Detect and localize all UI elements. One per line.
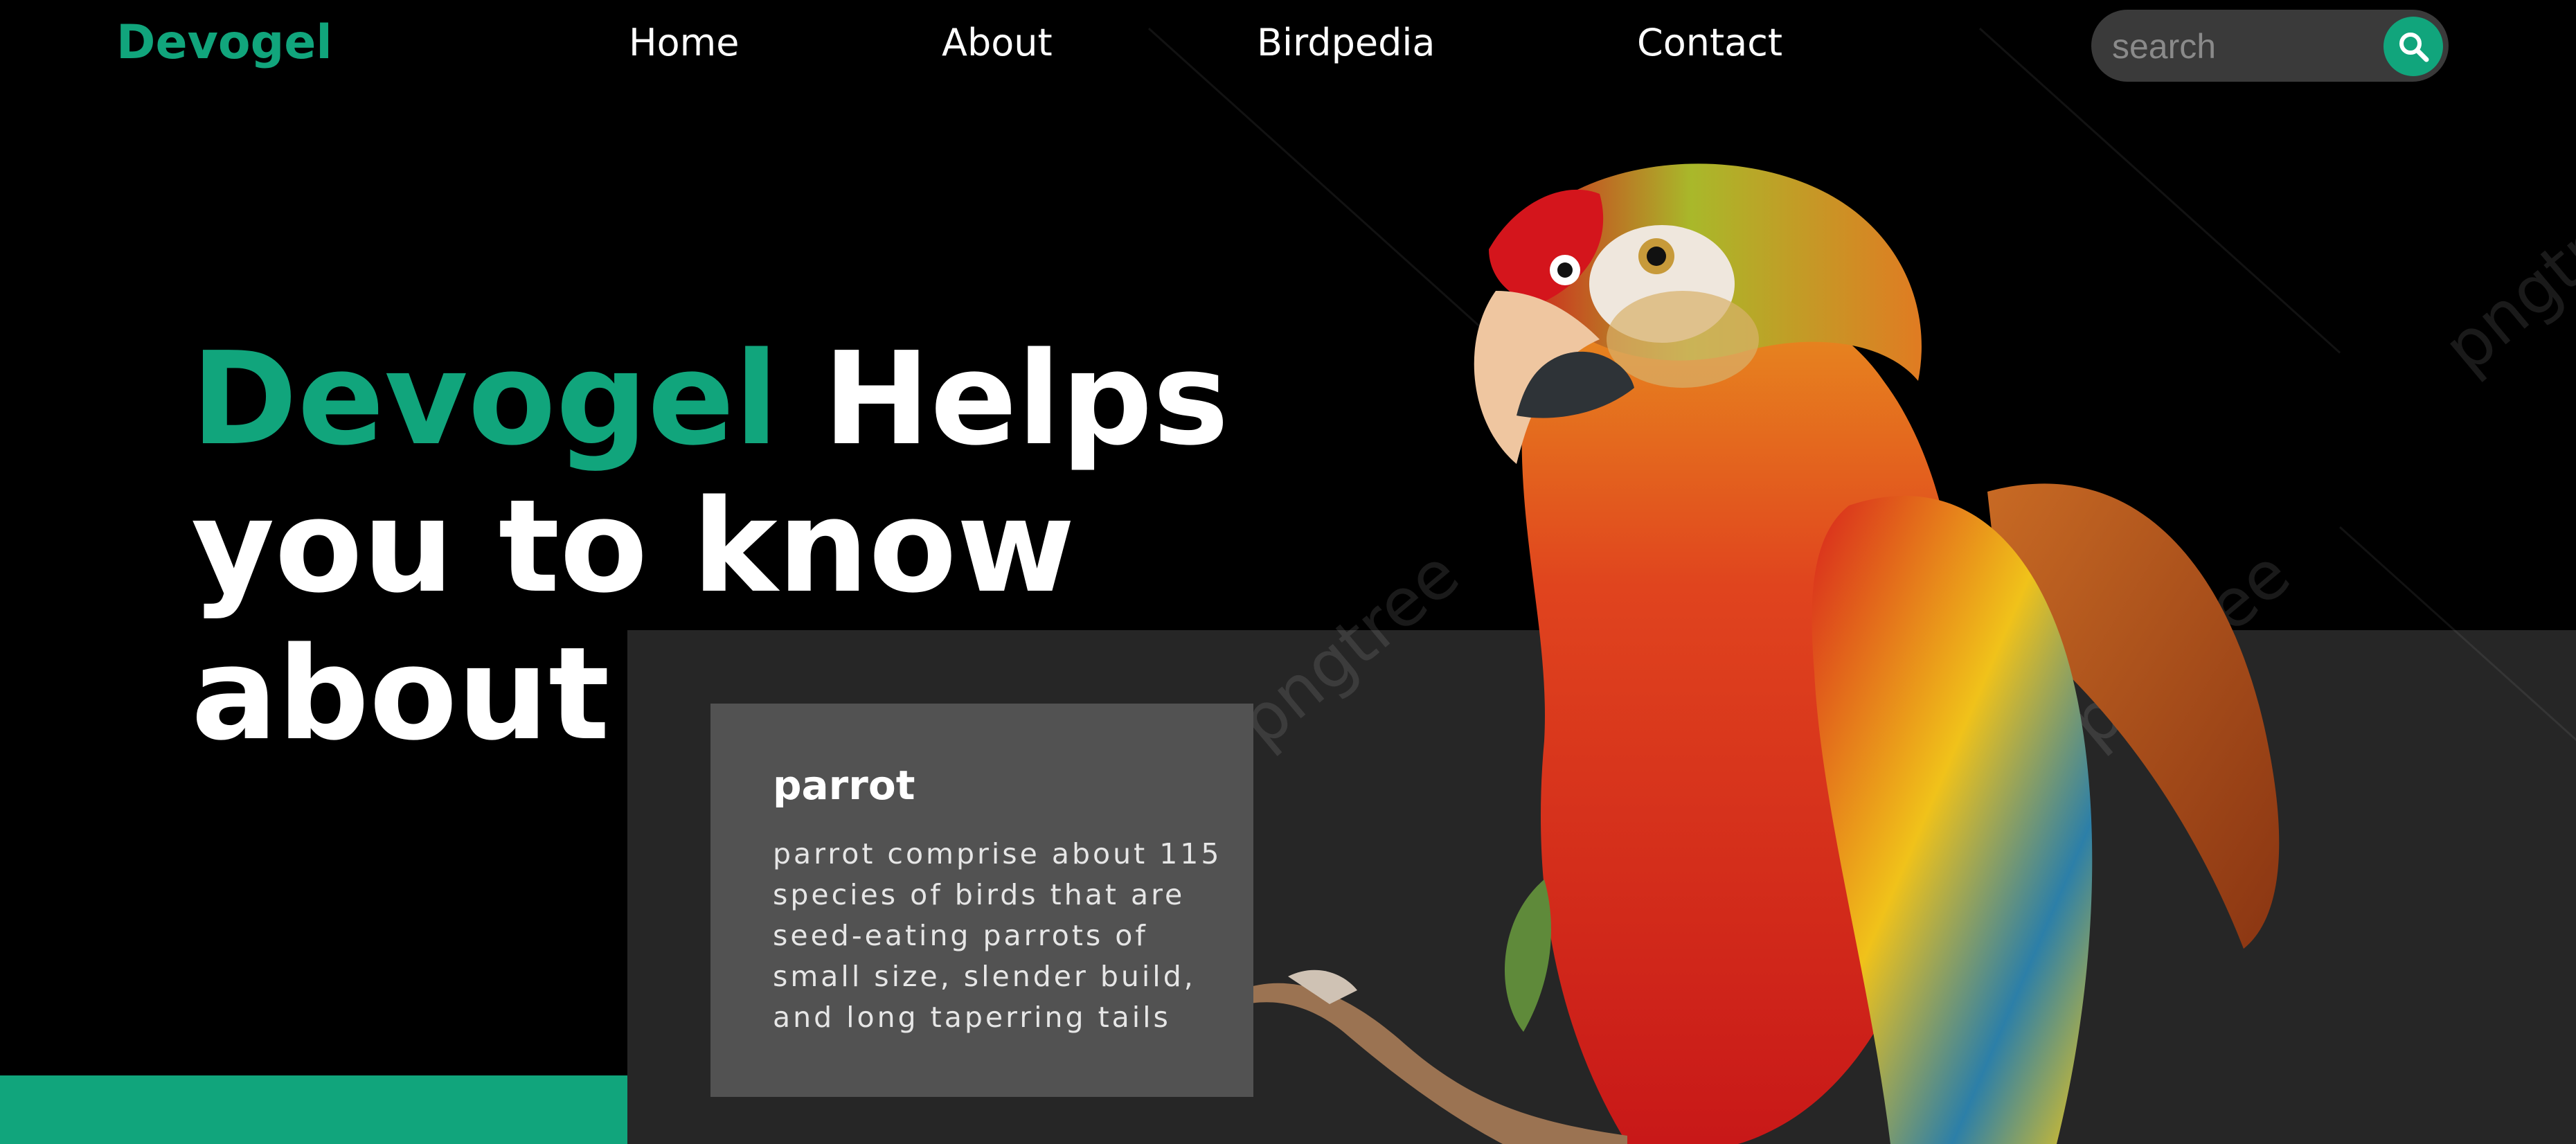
card-title: parrot (773, 762, 915, 809)
search-icon (2399, 33, 2429, 62)
search-button[interactable] (2383, 17, 2443, 76)
search-bar (2091, 10, 2449, 82)
nav-birdpedia[interactable]: Birdpedia (1257, 21, 1435, 64)
nav-home[interactable]: Home (629, 21, 739, 64)
nav-about[interactable]: About (942, 21, 1053, 64)
hero-brand: Devogel (191, 324, 779, 474)
nav-contact[interactable]: Contact (1637, 21, 1782, 64)
hero-line3-start: about (191, 619, 654, 769)
card-description: parrot comprise about 115 species of bir… (773, 837, 1222, 1034)
hero-line2: you to know (191, 472, 1075, 621)
watermark-text: pngtree (2429, 161, 2576, 388)
bird-info-card: parrot parrot comprise about 115 species… (710, 704, 1253, 1097)
accent-strip (0, 1075, 627, 1144)
hero-line1-rest: Helps (778, 324, 1229, 474)
parrot-image (1240, 163, 2280, 1144)
site-logo[interactable]: Devogel (116, 15, 332, 70)
search-input[interactable] (2111, 19, 2377, 73)
